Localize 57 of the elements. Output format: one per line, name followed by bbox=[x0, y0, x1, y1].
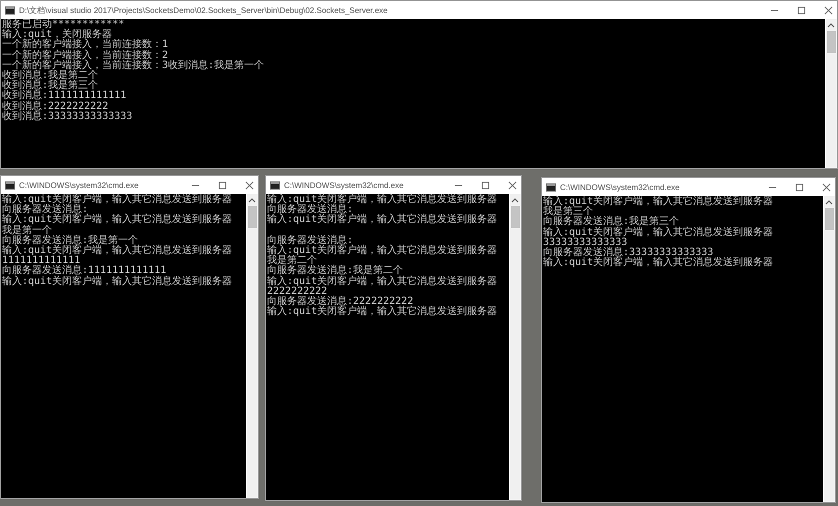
close-icon[interactable] bbox=[824, 6, 833, 14]
console-line: 输入:quit关闭客户端，输入其它消息发送到服务器 bbox=[543, 197, 774, 207]
window-title: C:\WINDOWS\system32\cmd.exe bbox=[560, 182, 681, 192]
scroll-thumb[interactable] bbox=[510, 206, 520, 228]
console-line: 输入:quit关闭客户端，输入其它消息发送到服务器 bbox=[267, 215, 498, 226]
console-line: 向服务器发送消息:我是第二个 bbox=[267, 266, 404, 276]
scrollbar[interactable] bbox=[509, 194, 521, 500]
console-line: 向服务器发送消息:1111111111111 bbox=[2, 266, 166, 276]
close-icon[interactable] bbox=[508, 180, 517, 190]
maximize-icon[interactable] bbox=[481, 180, 490, 190]
console-line: 2222222222 bbox=[267, 286, 328, 297]
console-line: 服务已启动************ bbox=[2, 20, 126, 30]
window-title: C:\WINDOWS\system32\cmd.exe bbox=[284, 180, 405, 190]
console-line: 一个新的客户端接入，当前连接数：3收到消息:我是第一个 bbox=[2, 60, 266, 71]
close-icon[interactable] bbox=[822, 182, 831, 192]
console-line: 一个新的客户端接入，当前连接数：1 bbox=[2, 40, 170, 50]
console-line: 输入:quit关闭客户端，输入其它消息发送到服务器 bbox=[2, 195, 234, 205]
scroll-up-icon[interactable] bbox=[827, 22, 835, 28]
console-line: 收到消息:33333333333333 bbox=[2, 112, 134, 122]
console-line: 输入:quit关闭客户端，输入其它消息发送到服务器 bbox=[2, 246, 234, 256]
console-line: 向服务器发送消息:我是第三个 bbox=[543, 217, 680, 228]
console-line: 向服务器发送消息: bbox=[267, 236, 354, 246]
console-icon bbox=[5, 180, 15, 190]
console-line: 输入:quit关闭客户端，输入其它消息发送到服务器 bbox=[267, 276, 498, 287]
console-line: 我是第一个 bbox=[2, 226, 52, 236]
console-icon bbox=[5, 6, 15, 14]
scroll-up-icon[interactable] bbox=[511, 197, 519, 203]
scroll-thumb[interactable] bbox=[824, 208, 834, 230]
console-line: 输入:quit关闭客户端，输入其它消息发送到服务器 bbox=[543, 258, 774, 268]
scroll-up-icon[interactable] bbox=[248, 197, 256, 203]
scrollbar[interactable] bbox=[825, 19, 837, 168]
console-line: 33333333333333 bbox=[543, 238, 628, 248]
console-icon bbox=[270, 180, 280, 190]
console-line: 输入:quit关闭客户端，输入其它消息发送到服务器 bbox=[543, 228, 774, 238]
console-line: 输入:quit关闭客户端，输入其它消息发送到服务器 bbox=[267, 195, 498, 205]
maximize-icon[interactable] bbox=[797, 6, 806, 14]
maximize-icon[interactable] bbox=[795, 182, 804, 192]
scroll-thumb[interactable] bbox=[248, 206, 256, 228]
scroll-up-icon[interactable] bbox=[825, 199, 833, 205]
console-line: 输入:quit关闭客户端，输入其它消息发送到服务器 bbox=[2, 276, 234, 287]
console-line: 向服务器发送消息:我是第一个 bbox=[2, 236, 138, 246]
scrollbar[interactable] bbox=[823, 196, 835, 502]
console-line: 收到消息:1111111111111 bbox=[2, 91, 128, 102]
console-line: 我是第三个 bbox=[543, 207, 593, 218]
console-line: 我是第二个 bbox=[267, 256, 317, 266]
scrollbar[interactable] bbox=[246, 194, 258, 498]
console-line: 输入:quit关闭客户端，输入其它消息发送到服务器 bbox=[267, 246, 498, 256]
scroll-thumb[interactable] bbox=[826, 31, 836, 53]
console-line: 输入:quit关闭客户端，输入其它消息发送到服务器 bbox=[267, 307, 498, 318]
window-title: C:\WINDOWS\system32\cmd.exe bbox=[19, 180, 140, 190]
console-icon bbox=[546, 182, 556, 192]
close-icon[interactable] bbox=[245, 180, 254, 190]
console-line: 收到消息:2222222222 bbox=[2, 102, 108, 112]
console-line: 一个新的客户端接入，当前连接数：2 bbox=[2, 50, 168, 61]
window-title: D:\文档\visual studio 2017\Projects\SocketsDemo\02.Sockets_Server\bin\Debug\02.Sockets_Server.exe bbox=[19, 4, 389, 16]
maximize-icon[interactable] bbox=[218, 180, 227, 190]
console-line: 输入:quit关闭客户端，输入其它消息发送到服务器 bbox=[2, 215, 234, 226]
